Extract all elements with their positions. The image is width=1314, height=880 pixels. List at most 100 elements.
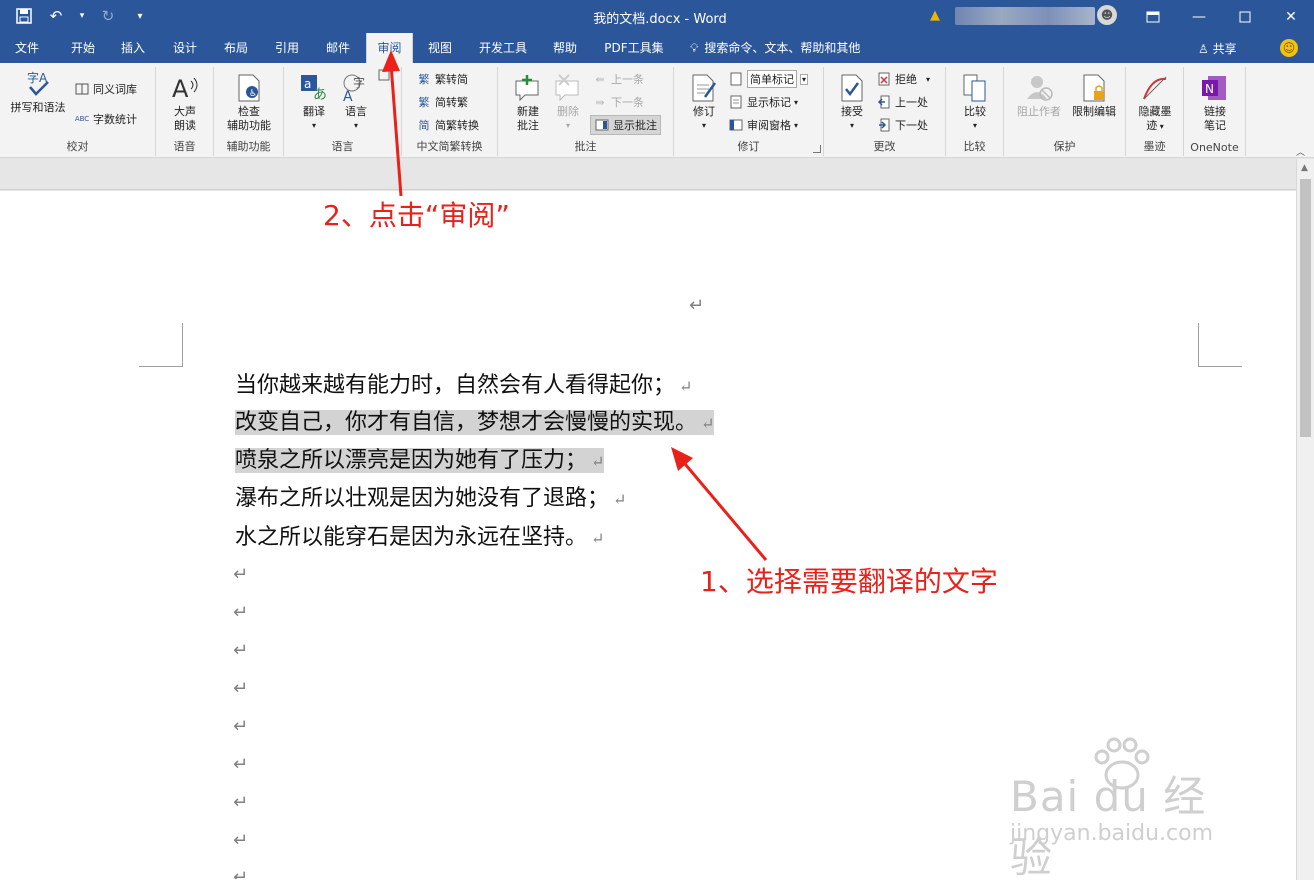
linked-notes-label-2: 笔记 xyxy=(1204,119,1226,132)
translate-button[interactable]: aあ 翻译 ▾ xyxy=(294,73,334,133)
tab-references[interactable]: 引用 xyxy=(266,33,308,63)
paragraph-mark: ↵ xyxy=(689,295,705,316)
group-compare: 比较 ▾ 比较 xyxy=(946,67,1004,156)
minimize-button[interactable]: — xyxy=(1176,0,1222,33)
delete-comment-button[interactable]: 删除 ▾ xyxy=(550,73,586,133)
text-line[interactable]: 瀑布之所以壮观是因为她没有了退路； ↵ xyxy=(235,480,626,517)
ribbon-display-options-icon[interactable] xyxy=(1130,0,1176,33)
ribbon-tabs: 文件 开始 插入 设计 布局 引用 邮件 审阅 视图 开发工具 帮助 PDF工具… xyxy=(0,33,1314,63)
scroll-up-icon[interactable]: ▲ xyxy=(1301,163,1308,173)
block-authors-button[interactable]: 阻止作者 xyxy=(1012,73,1066,119)
tab-view[interactable]: 视图 xyxy=(419,33,461,63)
empty-paragraph-mark: ↵ xyxy=(233,602,249,623)
tab-help[interactable]: 帮助 xyxy=(544,33,586,63)
tab-mailings[interactable]: 邮件 xyxy=(317,33,359,63)
previous-change-button[interactable]: 上一处 xyxy=(876,92,928,112)
group-tracking: 修订 ▾ 简单标记 ▾ 显示标记 ▾ 审阅窗格 ▾ 修订 xyxy=(674,67,824,156)
selected-text: 改变自己，你才有自信，梦想才会慢慢的实现。 xyxy=(235,410,698,435)
tab-developer[interactable]: 开发工具 xyxy=(470,33,536,63)
tab-insert[interactable]: 插入 xyxy=(112,33,154,63)
group-label-onenote: OneNote xyxy=(1190,141,1239,154)
read-aloud-button[interactable]: A 大声 朗读 xyxy=(164,73,206,133)
margin-corner-right xyxy=(1198,323,1242,367)
tab-design[interactable]: 设计 xyxy=(164,33,206,63)
new-comment-button[interactable]: 新建 批注 xyxy=(508,73,548,133)
save-icon[interactable] xyxy=(14,6,34,26)
scrollbar-thumb[interactable] xyxy=(1300,179,1311,437)
window-title: 我的文档.docx - Word xyxy=(593,12,727,27)
avatar[interactable]: ☻ xyxy=(1097,5,1117,25)
tracking-options-launcher-icon[interactable] xyxy=(813,145,821,153)
group-label-changes: 更改 xyxy=(873,140,896,153)
customize-qat-button[interactable]: ▾ xyxy=(130,6,150,26)
chinese-convert-button[interactable]: 简 简繁转换 xyxy=(416,115,480,135)
show-comments-button[interactable]: 显示批注 xyxy=(590,115,661,135)
spelling-label: 拼写和语法 xyxy=(10,101,66,114)
share-label: 共享 xyxy=(1212,42,1237,56)
linked-notes-label-1: 链接 xyxy=(1204,105,1226,118)
show-markup-icon xyxy=(728,94,744,110)
undo-icon[interactable]: ↶ xyxy=(46,6,66,26)
language-button[interactable]: 字A 语言 ▾ xyxy=(336,73,376,133)
next-change-button[interactable]: 下一处 xyxy=(876,115,928,135)
block-authors-icon xyxy=(1024,73,1054,103)
group-label-chinese: 中文简繁转换 xyxy=(416,140,483,153)
tab-review[interactable]: 审阅 xyxy=(366,33,413,63)
previous-comment-button[interactable]: ⇚ 上一条 xyxy=(592,69,644,89)
language-extra-icon[interactable] xyxy=(378,69,390,84)
close-button[interactable]: ✕ xyxy=(1268,0,1314,33)
warning-icon[interactable]: ▲ xyxy=(930,8,940,23)
simp-to-trad-button[interactable]: 繁 简转繁 xyxy=(416,92,469,112)
feedback-smiley-icon[interactable]: ☺ xyxy=(1280,39,1298,57)
tab-pdf-tools[interactable]: PDF工具集 xyxy=(596,33,672,63)
accept-button[interactable]: 接受 ▾ xyxy=(832,73,872,133)
redo-icon[interactable]: ↻ xyxy=(98,6,118,26)
vertical-scrollbar[interactable]: ▲ xyxy=(1296,159,1314,880)
next-change-label: 下一处 xyxy=(895,119,928,132)
language-icon: 字A xyxy=(341,73,371,103)
restrict-editing-button[interactable]: 限制编辑 xyxy=(1066,73,1122,119)
svg-text:字: 字 xyxy=(353,75,365,90)
text-line[interactable]: 当你越来越有能力时，自然会有人看得起你； ↵ xyxy=(235,367,692,404)
collapse-ribbon-icon[interactable]: ︿ xyxy=(1296,145,1305,158)
reviewing-pane-button[interactable]: 审阅窗格 ▾ xyxy=(728,115,798,135)
read-aloud-label-1: 大声 xyxy=(174,105,196,118)
compare-button[interactable]: 比较 ▾ xyxy=(955,73,995,133)
thesaurus-button[interactable]: 同义词库 xyxy=(74,79,137,99)
text-line-content: 瀑布之所以壮观是因为她没有了退路； xyxy=(235,486,610,511)
word-count-button[interactable]: ABC 字数统计 xyxy=(74,109,137,129)
svg-text:字A: 字A xyxy=(27,70,48,85)
share-button[interactable]: ♙ 共享 xyxy=(1198,40,1237,57)
tab-layout[interactable]: 布局 xyxy=(215,33,257,63)
user-name-blurred[interactable] xyxy=(955,7,1095,25)
accept-icon xyxy=(837,73,867,103)
previous-comment-icon: ⇚ xyxy=(595,72,605,86)
maximize-button[interactable] xyxy=(1222,0,1268,33)
reject-button[interactable]: 拒绝 ▾ xyxy=(876,69,930,89)
group-label-tracking: 修订 xyxy=(737,140,760,153)
text-line[interactable]: 水之所以能穿石是因为永远在坚持。 ↵ xyxy=(235,519,604,556)
tell-me-search[interactable]: 💡︎ 搜索命令、文本、帮助和其他 xyxy=(690,33,890,63)
text-line-selected[interactable]: 喷泉之所以漂亮是因为她有了压力； ↵ xyxy=(235,442,605,479)
trad-to-simp-button[interactable]: 繁 繁转简 xyxy=(416,69,469,89)
tab-file[interactable]: 文件 xyxy=(6,33,48,63)
previous-comment-label: 上一条 xyxy=(611,73,644,86)
text-line-selected[interactable]: 改变自己，你才有自信，梦想才会慢慢的实现。 ↵ xyxy=(235,404,715,441)
next-comment-button[interactable]: ⇛ 下一条 xyxy=(592,92,644,112)
hide-ink-button[interactable]: 隐藏墨 迹 ▾ xyxy=(1132,73,1178,134)
spelling-grammar-button[interactable]: 字A 拼写和语法 xyxy=(6,69,70,115)
check-accessibility-button[interactable]: ♿︎ 检查 辅助功能 xyxy=(220,73,278,133)
translate-dropdown-icon: ▾ xyxy=(311,121,316,130)
paragraph-mark: ↵ xyxy=(591,452,605,471)
ribbon-review: 字A 拼写和语法 同义词库 ABC 字数统计 校对 A 大声 朗读 语音 ♿︎ xyxy=(0,63,1314,158)
linked-notes-button[interactable]: N 链接 笔记 xyxy=(1194,73,1236,133)
track-changes-button[interactable]: 修订 ▾ xyxy=(684,73,724,133)
trad-to-simp-label: 繁转简 xyxy=(435,73,468,86)
paragraph-mark: ↵ xyxy=(701,414,715,433)
simp-to-trad-icon: 繁 xyxy=(418,96,430,109)
watermark-url: jingyan.baidu.com xyxy=(1010,821,1214,846)
markup-mode-dropdown[interactable]: 简单标记 ▾ xyxy=(728,69,809,89)
show-markup-button[interactable]: 显示标记 ▾ xyxy=(728,92,798,112)
undo-dropdown-icon[interactable]: ▾ xyxy=(78,6,86,26)
tab-home[interactable]: 开始 xyxy=(60,33,106,63)
